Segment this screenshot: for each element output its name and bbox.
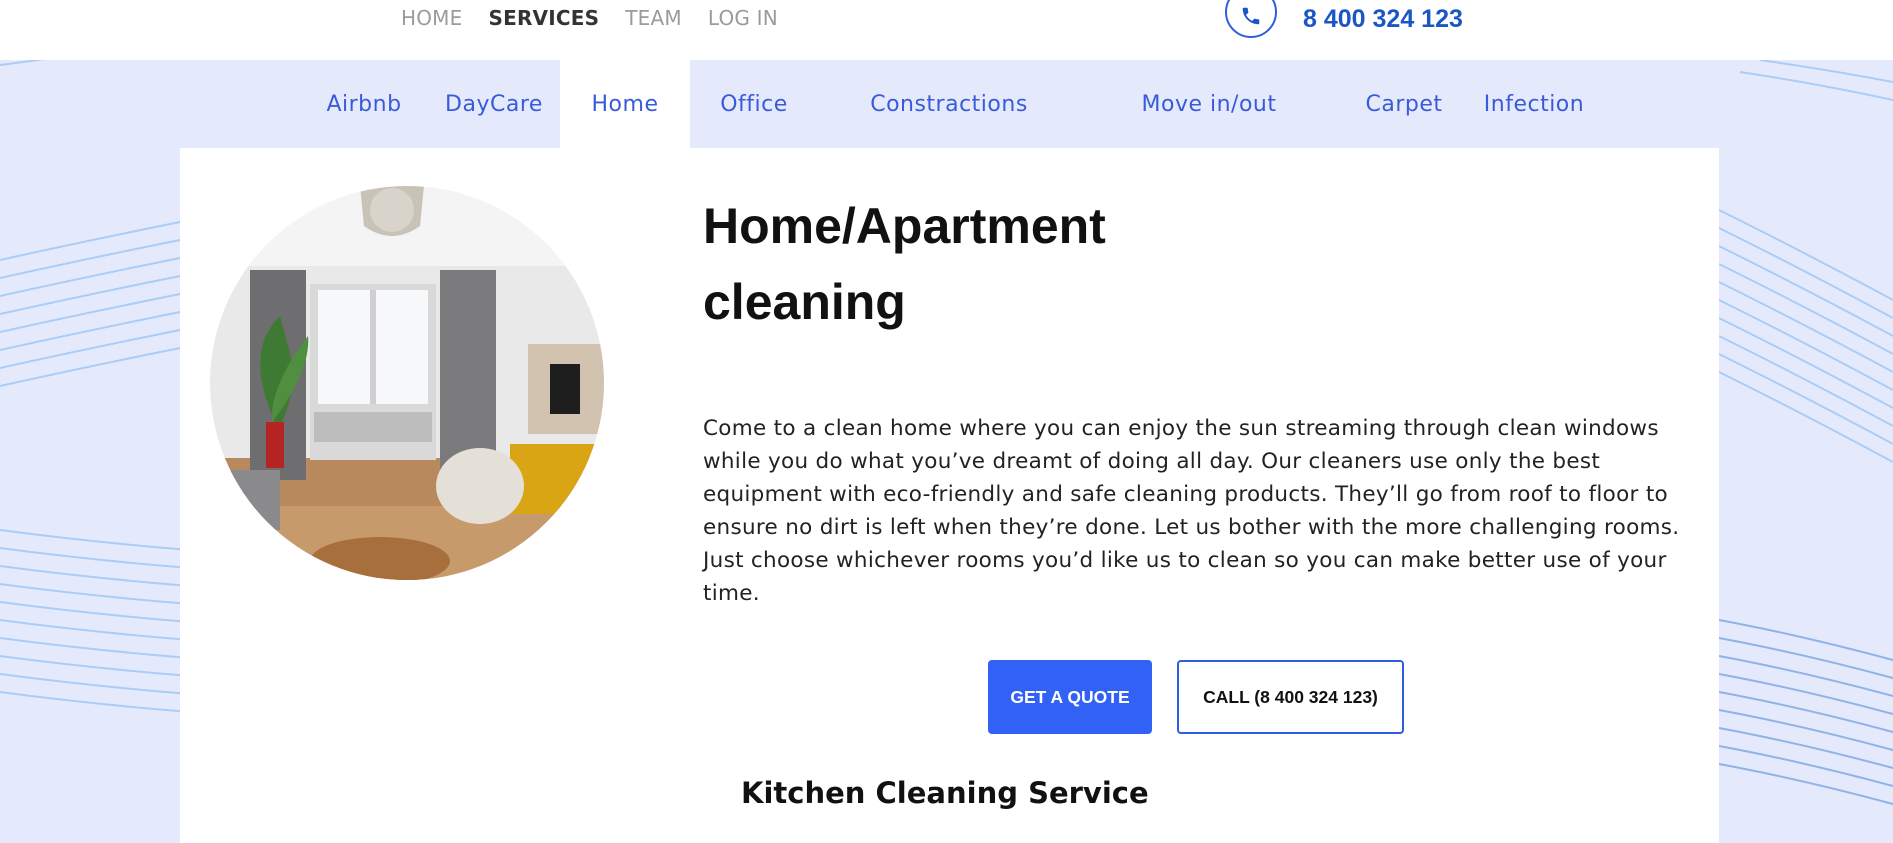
service-content-card: Home/Apartment cleaning Come to a clean … — [180, 148, 1719, 843]
tab-office[interactable]: Office — [700, 60, 808, 148]
tab-home[interactable]: Home — [560, 60, 690, 148]
tab-airbnb[interactable]: Airbnb — [312, 60, 416, 148]
top-header: HOME SERVICES TEAM LOG IN 8 400 324 123 — [0, 0, 1893, 60]
nav-home-link[interactable]: HOME — [401, 6, 462, 30]
get-quote-button[interactable]: GET A QUOTE — [988, 660, 1152, 734]
service-tabs: Airbnb DayCare Home Office Constractions… — [0, 60, 1893, 148]
kitchen-cleaning-heading: Kitchen Cleaning Service — [741, 776, 1149, 810]
living-room-photo — [210, 186, 604, 580]
nav-team-link[interactable]: TEAM — [625, 6, 682, 30]
phone-contact[interactable]: 8 400 324 123 — [1225, 0, 1463, 40]
nav-services-link[interactable]: SERVICES — [488, 6, 599, 30]
page-title: Home/Apartment cleaning — [703, 198, 1106, 330]
tab-infection[interactable]: Infection — [1478, 60, 1590, 148]
nav-login-link[interactable]: LOG IN — [708, 6, 778, 30]
top-nav: HOME SERVICES TEAM LOG IN — [401, 0, 778, 36]
phone-icon — [1225, 0, 1277, 38]
call-button[interactable]: CALL (8 400 324 123) — [1177, 660, 1404, 734]
tab-constractions[interactable]: Constractions — [860, 60, 1038, 148]
phone-number[interactable]: 8 400 324 123 — [1303, 5, 1463, 34]
tab-daycare[interactable]: DayCare — [437, 60, 551, 148]
service-description: Come to a clean home where you can enjoy… — [703, 416, 1680, 606]
tab-carpet[interactable]: Carpet — [1356, 60, 1452, 148]
tab-move-in-out[interactable]: Move in/out — [1130, 60, 1288, 148]
